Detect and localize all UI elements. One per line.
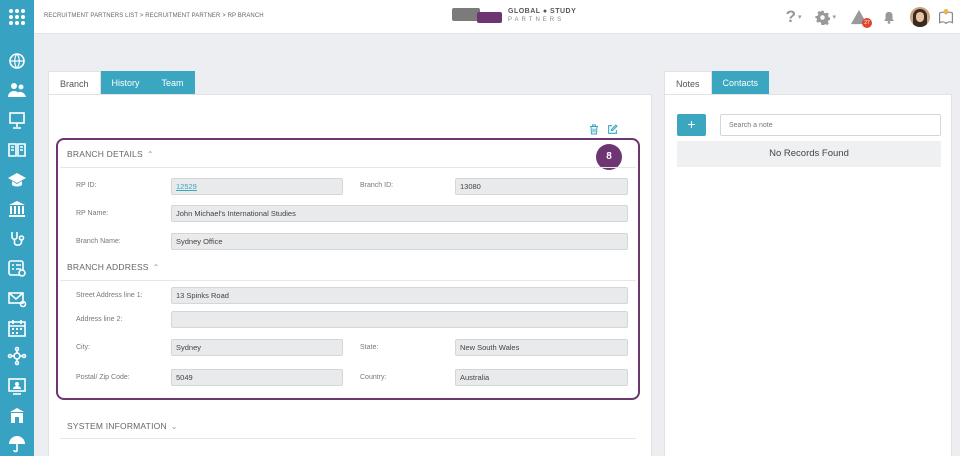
city-label: City: [76, 344, 90, 351]
search-note-input[interactable] [720, 114, 941, 136]
notifications-button[interactable] [882, 10, 896, 25]
address2-label: Address line 2: [76, 316, 123, 323]
branch-id-field: 13080 [455, 178, 628, 195]
branch-details-header[interactable]: BRANCH DETAILS ⌃ [67, 149, 154, 159]
street1-label: Street Address line 1: [76, 292, 143, 299]
branch-address-header[interactable]: BRANCH ADDRESS ⌃ [67, 262, 160, 272]
chevron-up-icon: ⌃ [146, 150, 154, 159]
rp-name-label: RP Name: [76, 210, 109, 217]
address2-field [171, 311, 628, 328]
top-bar: RECRUITMENT PARTNERS LIST > RECRUITMENT … [34, 0, 960, 34]
learning-button[interactable] [938, 8, 954, 26]
branch-address-title: BRANCH ADDRESS [67, 262, 149, 272]
alerts-button[interactable]: 27 [850, 9, 872, 28]
book-icon[interactable] [6, 140, 28, 160]
user-avatar[interactable] [910, 7, 930, 27]
help-menu[interactable]: ? ▾ [786, 7, 802, 27]
state-label: State: [360, 344, 379, 351]
apps-grid-icon[interactable] [6, 7, 28, 27]
trash-icon [590, 124, 598, 134]
calendar-icon[interactable] [6, 318, 28, 338]
tab-branch[interactable]: Branch [48, 71, 101, 95]
no-records-message: No Records Found [677, 141, 941, 167]
edit-icon [607, 123, 618, 134]
street1-field: 13 Spinks Road [171, 287, 628, 304]
rp-id-label: RP ID: [76, 182, 97, 189]
delete-button[interactable] [588, 123, 600, 135]
breadcrumb[interactable]: RECRUITMENT PARTNERS LIST > RECRUITMENT … [44, 13, 264, 19]
system-information-header[interactable]: SYSTEM INFORMATION ⌄ [67, 421, 178, 431]
tab-notes[interactable]: Notes [664, 71, 712, 95]
mail-icon[interactable] [6, 289, 28, 309]
logo-mark-icon [452, 8, 502, 24]
sidebar [0, 0, 34, 456]
graduation-icon[interactable] [6, 170, 28, 190]
monitor-user-icon[interactable] [6, 376, 28, 396]
branch-tabs: Branch History Team [48, 71, 195, 95]
chevron-up-icon: ⌃ [152, 263, 160, 272]
country-label: Country: [360, 374, 387, 381]
school-icon[interactable] [6, 406, 28, 426]
presentation-icon[interactable] [6, 110, 28, 130]
users-icon[interactable] [6, 80, 28, 100]
chevron-down-icon: ⌄ [170, 422, 178, 431]
divider [60, 167, 636, 168]
country-field: Australia [455, 369, 628, 386]
edit-button[interactable] [606, 123, 618, 135]
notes-tabs: Notes Contacts [664, 71, 770, 95]
branch-name-label: Branch Name: [76, 238, 121, 245]
chevron-down-icon: ▾ [797, 14, 802, 21]
settings-menu[interactable]: ▾ [815, 10, 836, 25]
divider [60, 280, 636, 281]
postal-field: 5049 [171, 369, 343, 386]
institution-icon[interactable] [6, 199, 28, 219]
avatar [910, 7, 930, 27]
city-field: Sydney [171, 339, 343, 356]
chevron-down-icon: ▾ [832, 14, 836, 21]
network-icon[interactable] [6, 346, 28, 366]
tab-contacts[interactable]: Contacts [711, 71, 770, 95]
system-information-title: SYSTEM INFORMATION [67, 421, 167, 431]
help-icon: ? [785, 7, 796, 26]
state-field: New South Wales [455, 339, 628, 356]
checklist-icon[interactable] [6, 258, 28, 278]
notification-count-badge: 27 [862, 18, 872, 28]
brand-logo[interactable]: GLOBAL ● STUDY PARTNERS [452, 8, 576, 24]
bell-icon [884, 11, 894, 24]
divider [60, 438, 636, 439]
logo-line2: PARTNERS [508, 17, 565, 23]
globe-icon[interactable] [6, 51, 28, 71]
rp-id-link[interactable]: 12529 [171, 178, 343, 195]
stethoscope-icon[interactable] [6, 229, 28, 249]
logo-line1: GLOBAL ● STUDY [508, 8, 577, 15]
rp-name-field: John Michael's International Studies [171, 205, 628, 222]
tab-history[interactable]: History [100, 71, 151, 95]
gear-icon [815, 10, 831, 25]
branch-details-title: BRANCH DETAILS [67, 149, 143, 159]
umbrella-icon[interactable] [6, 434, 28, 454]
tab-team[interactable]: Team [150, 71, 195, 95]
book-bulb-icon [939, 9, 953, 25]
postal-label: Postal/ Zip Code: [76, 374, 130, 381]
branch-name-field: Sydney Office [171, 233, 628, 250]
add-note-button[interactable]: + [677, 114, 706, 136]
branch-id-label: Branch ID: [360, 182, 394, 189]
